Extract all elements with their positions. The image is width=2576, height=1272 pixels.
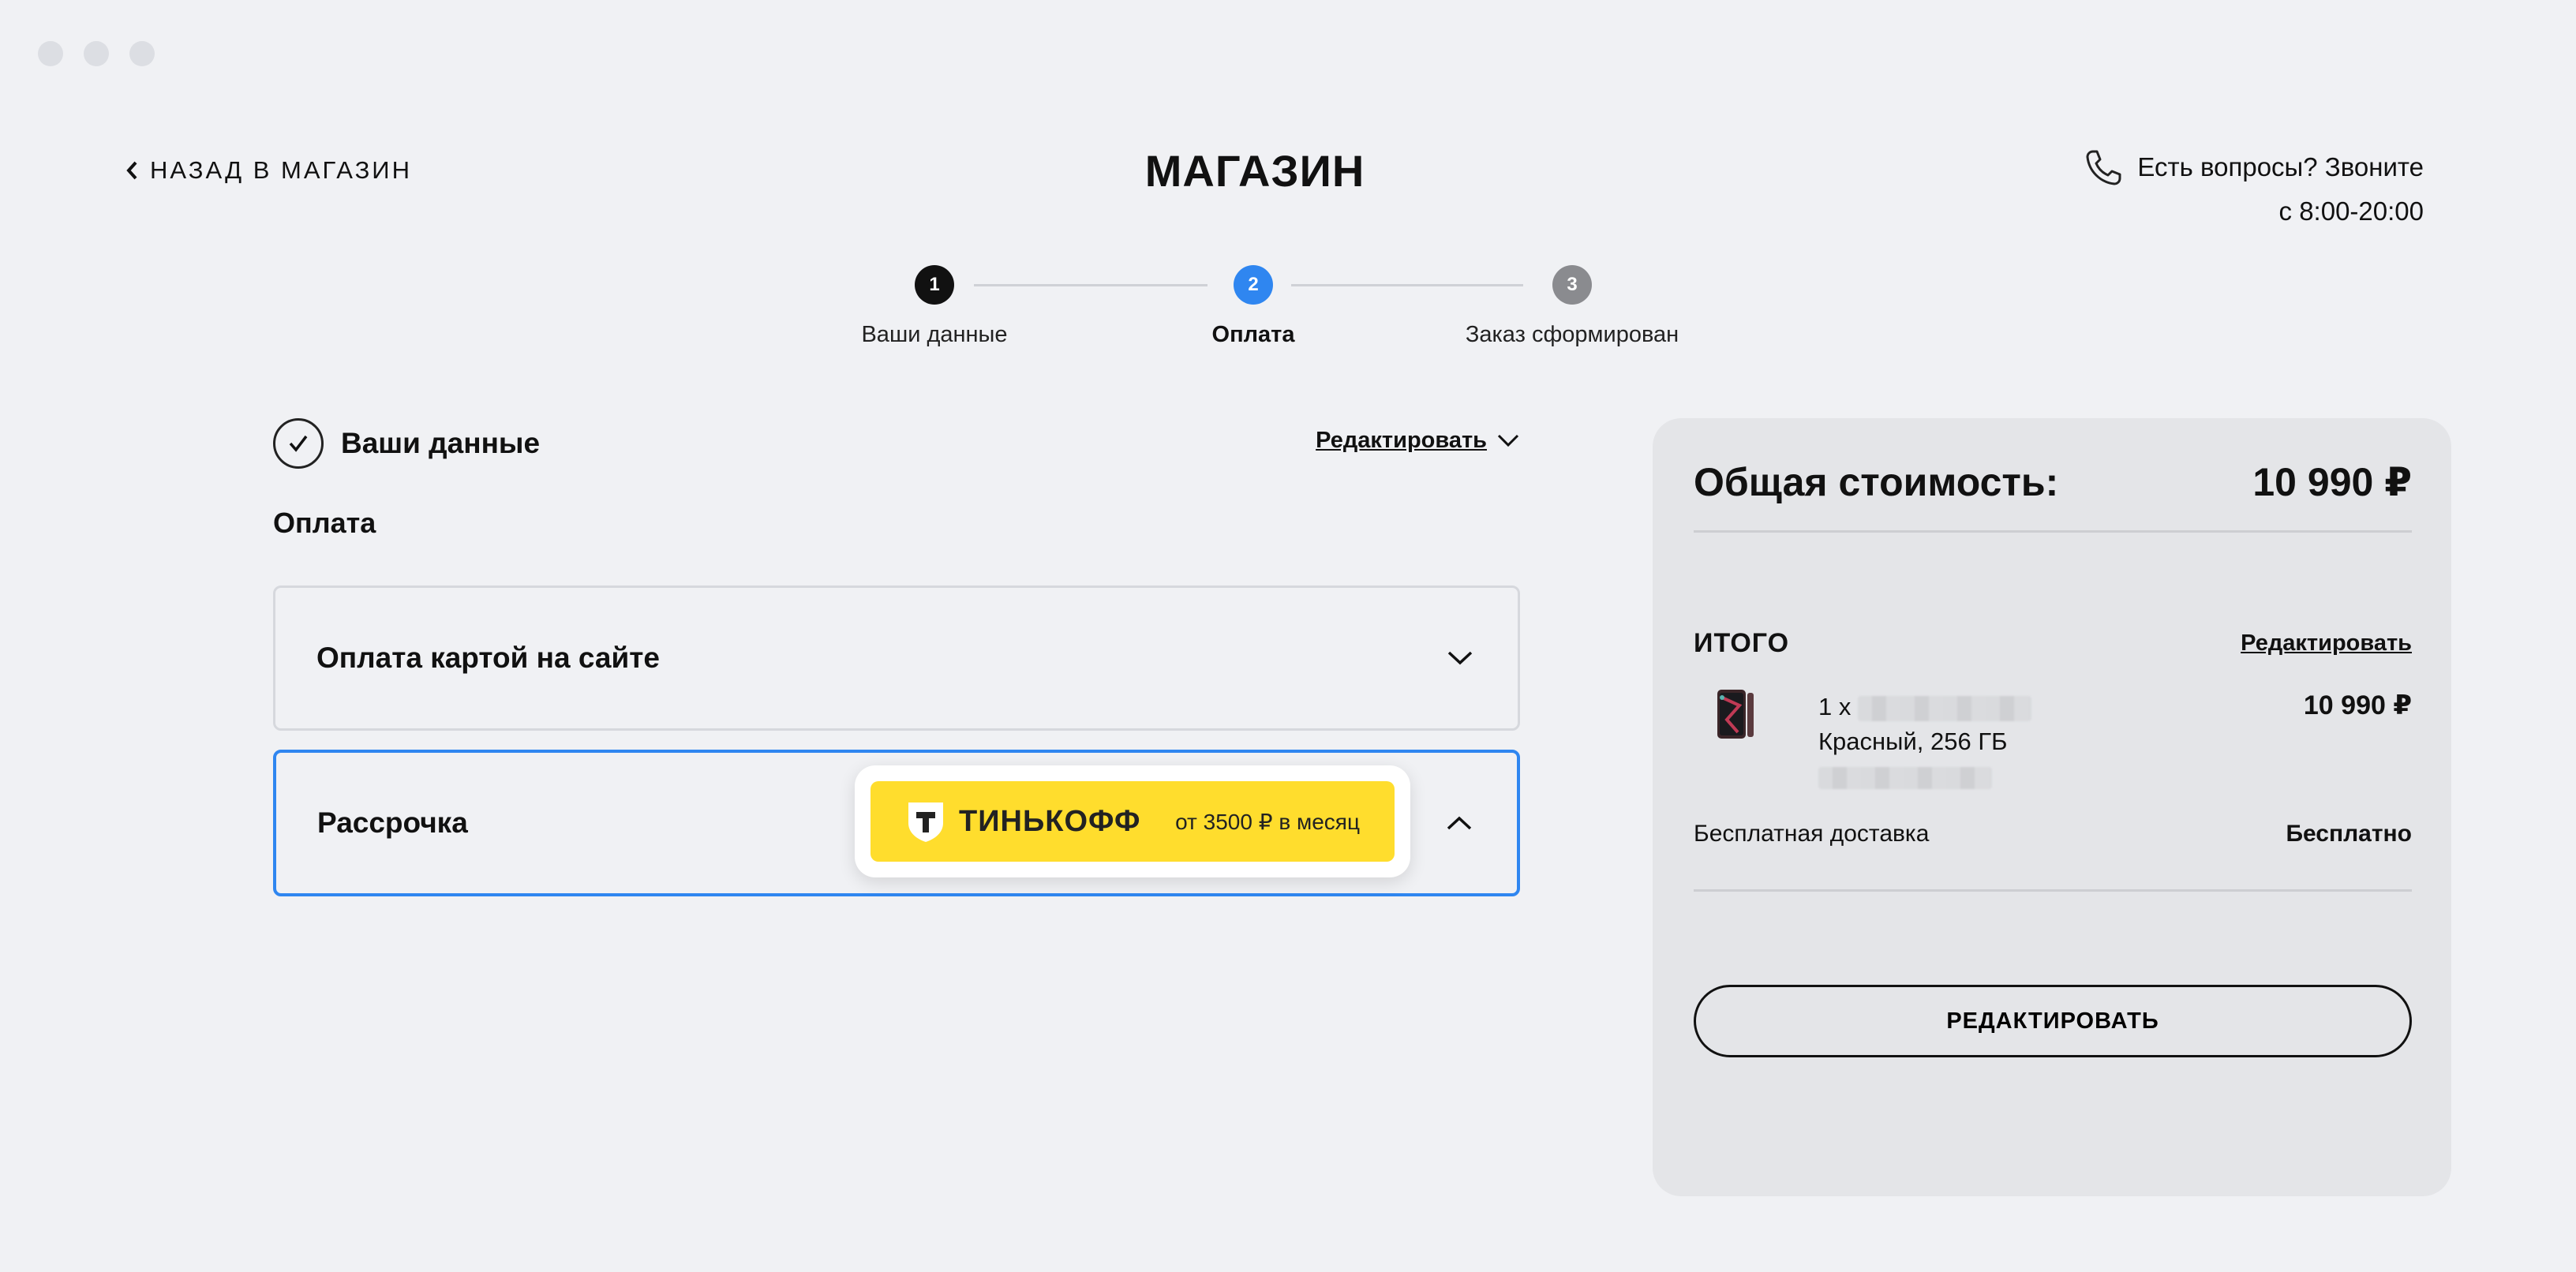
phone-icon bbox=[2086, 150, 2121, 185]
step-3-label: Заказ сформирован bbox=[1465, 322, 1679, 347]
step-1-indicator: 1 bbox=[915, 265, 954, 305]
tinkoff-offer: от 3500 ₽ в месяц bbox=[1175, 809, 1360, 834]
edit-order-button[interactable]: РЕДАКТИРОВАТЬ bbox=[1694, 985, 2412, 1057]
contact-info: Есть вопросы? Звоните с 8:00-20:00 bbox=[2013, 145, 2424, 234]
delivery-value: Бесплатно bbox=[2286, 821, 2412, 847]
item-variant: Красный, 256 ГБ bbox=[1818, 728, 2008, 755]
chevron-down-icon bbox=[1447, 651, 1473, 665]
payment-option-card-label: Оплата картой на сайте bbox=[316, 642, 660, 674]
your-data-title: Ваши данные bbox=[341, 427, 541, 459]
step-1-label: Ваши данные bbox=[861, 322, 1008, 347]
your-data-edit-label: Редактировать bbox=[1316, 428, 1487, 453]
contact-hours: с 8:00-20:00 bbox=[2278, 196, 2424, 226]
item-qty: 1 x bbox=[1818, 693, 1852, 720]
check-icon bbox=[273, 418, 324, 469]
divider bbox=[1694, 889, 2412, 892]
contact-line-1: Есть вопросы? Звоните bbox=[2137, 152, 2424, 181]
your-data-section: Ваши данные Редактировать bbox=[273, 418, 1520, 469]
your-data-edit-link[interactable]: Редактировать bbox=[1316, 428, 1520, 454]
step-3-indicator: 3 bbox=[1552, 265, 1592, 305]
delivery-label: Бесплатная доставка bbox=[1694, 821, 1930, 847]
cart-item: 1 x Красный, 256 ГБ bbox=[1818, 690, 2031, 794]
item-sku-redacted bbox=[1818, 766, 1992, 789]
product-thumbnail bbox=[1717, 690, 1754, 739]
order-summary-panel bbox=[1653, 418, 2451, 1196]
item-name-redacted bbox=[1857, 695, 2031, 721]
window-dot-minimize[interactable] bbox=[84, 41, 109, 66]
tinkoff-installment-badge[interactable]: ТИНЬКОФФ от 3500 ₽ в месяц bbox=[855, 765, 1410, 877]
tinkoff-badge-inner: ТИНЬКОФФ от 3500 ₽ в месяц bbox=[871, 781, 1395, 862]
chevron-down-icon bbox=[1497, 434, 1519, 447]
total-row: Общая стоимость: 10 990 ₽ bbox=[1694, 459, 2412, 505]
stepper-connector-2 bbox=[1291, 284, 1523, 286]
itogo-row: ИТОГО Редактировать bbox=[1694, 628, 2412, 659]
itogo-label: ИТОГО bbox=[1694, 628, 1790, 658]
payment-option-card[interactable]: Оплата картой на сайте bbox=[273, 585, 1520, 731]
back-to-shop-link[interactable]: НАЗАД В МАГАЗИН bbox=[125, 156, 412, 185]
tinkoff-name: ТИНЬКОФФ bbox=[959, 804, 1141, 838]
divider bbox=[1694, 530, 2412, 533]
tinkoff-logo-icon bbox=[908, 802, 943, 842]
payment-heading: Оплата bbox=[273, 507, 376, 539]
itogo-edit-link[interactable]: Редактировать bbox=[2241, 630, 2412, 657]
payment-option-installment-label: Рассрочка bbox=[317, 806, 468, 839]
total-label: Общая стоимость: bbox=[1694, 460, 2059, 504]
window-dot-zoom[interactable] bbox=[129, 41, 155, 66]
item-price: 10 990 ₽ bbox=[2303, 690, 2412, 720]
step-2-label: Оплата bbox=[1211, 322, 1295, 347]
step-2-indicator: 2 bbox=[1234, 265, 1273, 305]
back-label: НАЗАД В МАГАЗИН bbox=[150, 156, 412, 184]
stepper-connector-1 bbox=[974, 284, 1208, 286]
brand-logo: МАГАЗИН bbox=[1144, 146, 1365, 196]
window-dot-close[interactable] bbox=[38, 41, 63, 66]
chevron-left-icon bbox=[126, 161, 137, 180]
total-value: 10 990 ₽ bbox=[2252, 460, 2412, 504]
delivery-row: Бесплатная доставка Бесплатно bbox=[1694, 821, 2412, 847]
chevron-up-icon bbox=[1447, 816, 1472, 830]
